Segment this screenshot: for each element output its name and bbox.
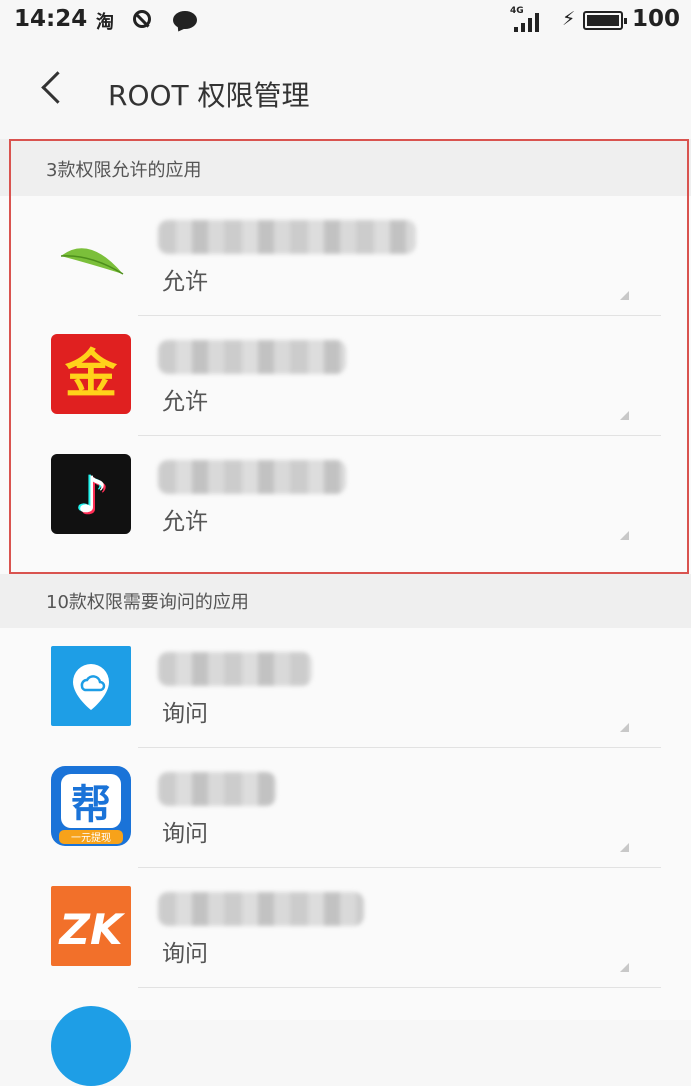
dropdown-corner-icon[interactable] [620,963,629,972]
status-bar: 14:24 淘 4G ⚡ 100 [0,0,691,44]
ask-app-list: 询问 帮 一元提现 询问 ZK 询问 [0,628,691,1086]
group-header-ask: 10款权限需要询问的应用 [0,574,691,628]
zk-glyph: ZK [58,905,126,954]
message-icon [173,11,197,29]
permission-status: 询问 [162,821,208,847]
group-label: 10款权限需要询问的应用 [46,592,249,613]
chevron-left-icon[interactable] [41,71,74,104]
list-item[interactable]: ZK 询问 [0,868,691,988]
bang-sublabel: 一元提现 [71,832,111,844]
permission-status: 询问 [162,941,208,967]
dropdown-corner-icon[interactable] [620,723,629,732]
list-item[interactable]: 帮 一元提现 询问 [0,748,691,868]
dropdown-corner-icon[interactable] [620,843,629,852]
app-header: ROOT 权限管理 [0,44,691,134]
page-title: ROOT 权限管理 [108,79,310,112]
battery-level: 100 [632,6,681,32]
status-time: 14:24 [14,6,88,32]
highlight-box [9,139,689,574]
list-item[interactable] [0,988,691,1086]
taobao-icon: 淘 [96,12,114,33]
bang-icon: 帮 一元提现 [51,766,131,846]
signal-icon: 4G [510,6,546,32]
permission-status: 询问 [162,701,208,727]
battery-icon [583,11,627,30]
cloud-location-icon [51,646,131,726]
app-icon [51,1006,131,1086]
do-not-disturb-icon [133,10,151,28]
blurred-app-name [158,772,276,806]
list-item[interactable]: 询问 [0,628,691,748]
charging-icon: ⚡ [562,8,576,30]
zk-icon: ZK [51,886,131,966]
blurred-app-name [158,892,364,926]
network-type: 4G [510,6,524,16]
blurred-app-name [158,652,312,686]
bang-glyph: 帮 [71,782,111,828]
